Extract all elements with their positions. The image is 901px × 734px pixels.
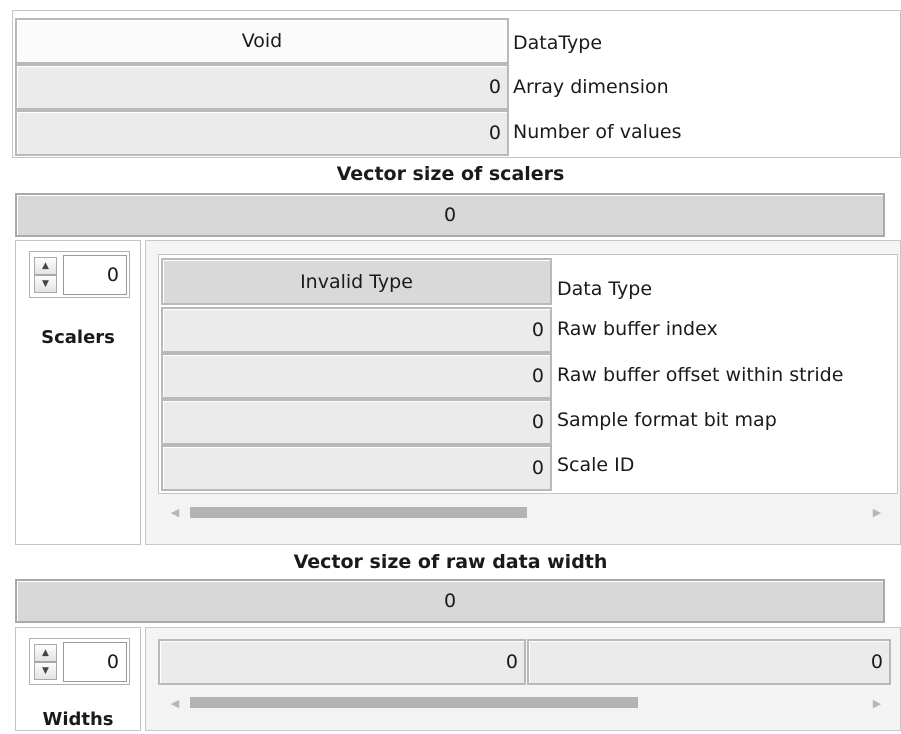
spin-down-icon[interactable]: ▼ — [34, 275, 57, 293]
datatype-label: DataType — [513, 32, 603, 54]
widths-index-input[interactable]: 0 — [63, 642, 127, 682]
scalers-size-title: Vector size of scalers — [336, 163, 565, 185]
scroll-left-icon[interactable]: ◀ — [166, 501, 184, 523]
widths-size-title: Vector size of raw data width — [293, 551, 608, 573]
scalers-index-input[interactable]: 0 — [63, 255, 127, 295]
sample-format-value[interactable]: 0 — [161, 399, 552, 445]
sample-format-label: Sample format bit map — [557, 409, 777, 431]
scaler-datatype-value[interactable]: Invalid Type — [161, 258, 552, 305]
spin-up-icon[interactable]: ▲ — [34, 257, 57, 275]
datatype-value[interactable]: Void — [15, 18, 509, 64]
raw-buffer-index-label: Raw buffer index — [557, 318, 718, 340]
widths-size-value[interactable]: 0 — [15, 579, 885, 623]
scalers-label: Scalers — [41, 326, 115, 348]
width-element-0[interactable]: 0 — [158, 639, 526, 685]
raw-buffer-offset-value[interactable]: 0 — [161, 353, 552, 399]
scalers-scrollbar-thumb[interactable] — [190, 507, 527, 518]
spin-up-icon[interactable]: ▲ — [34, 644, 57, 662]
scalers-index-stepper[interactable]: ▲ ▼ 0 — [29, 251, 130, 298]
widths-scrollbar-thumb[interactable] — [190, 697, 638, 708]
scale-id-label: Scale ID — [557, 454, 635, 476]
array-dimension-label: Array dimension — [513, 76, 669, 98]
scale-id-value[interactable]: 0 — [161, 445, 552, 491]
scaler-datatype-label: Data Type — [557, 278, 653, 300]
scroll-right-icon[interactable]: ▶ — [868, 501, 886, 523]
width-element-1[interactable]: 0 — [527, 639, 891, 685]
scroll-left-icon[interactable]: ◀ — [166, 692, 184, 714]
widths-label: Widths — [42, 708, 114, 730]
raw-buffer-offset-label: Raw buffer offset within stride — [557, 364, 844, 386]
scroll-right-icon[interactable]: ▶ — [868, 692, 886, 714]
spin-down-icon[interactable]: ▼ — [34, 662, 57, 680]
number-of-values-label: Number of values — [513, 121, 682, 143]
raw-buffer-index-value[interactable]: 0 — [161, 307, 552, 353]
scalers-size-value[interactable]: 0 — [15, 193, 885, 237]
number-of-values-value[interactable]: 0 — [15, 110, 509, 156]
widths-index-stepper[interactable]: ▲ ▼ 0 — [29, 638, 130, 685]
array-dimension-value[interactable]: 0 — [15, 64, 509, 110]
